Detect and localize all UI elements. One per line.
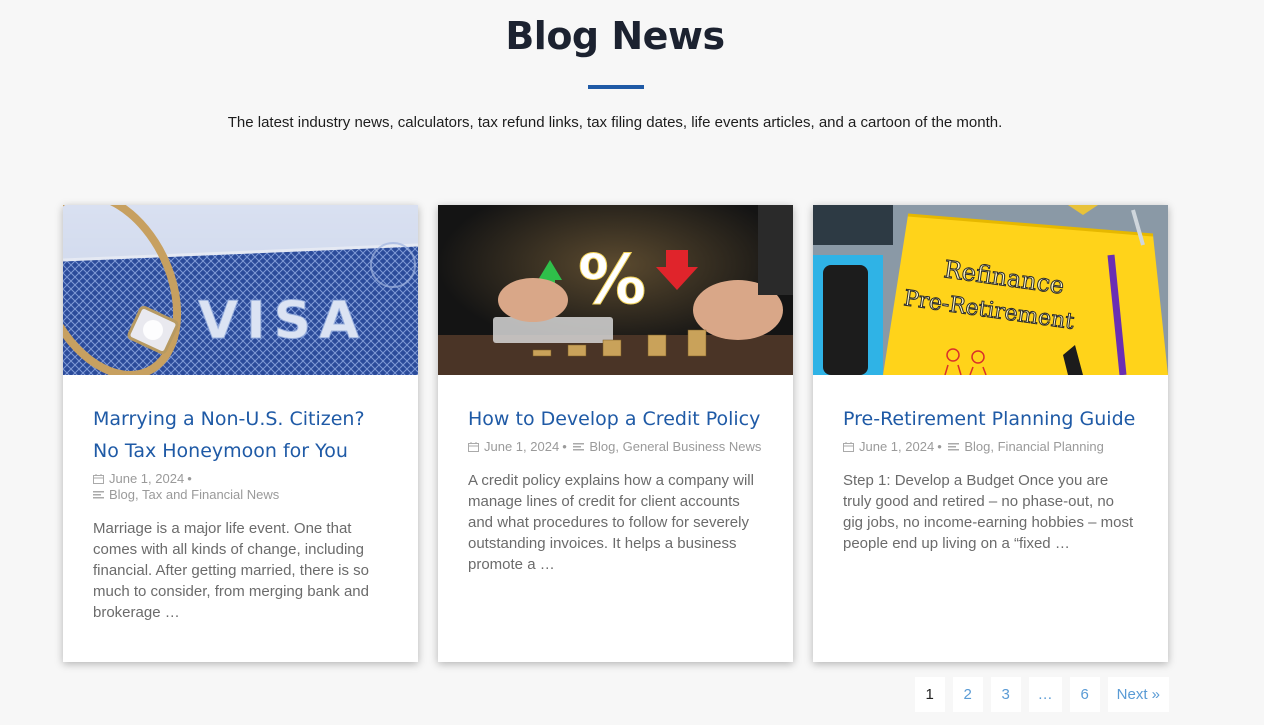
category-lines-icon: [93, 488, 104, 499]
calendar-icon: [468, 440, 479, 452]
title-divider: [588, 85, 644, 89]
post-image-retirement[interactable]: Refinance Pre-Retirement: [813, 205, 1168, 375]
calendar-icon: [843, 440, 854, 452]
category-lines-icon: [573, 440, 585, 451]
post-image-credit[interactable]: %: [438, 205, 793, 375]
visa-image-text: VISA: [198, 291, 367, 351]
post-title-link[interactable]: How to Develop a Credit Policy: [468, 403, 763, 435]
blog-card: % How to Develop a Credit Policy June 1,…: [438, 205, 793, 662]
post-date: June 1, 2024: [109, 471, 185, 486]
post-date: June 1, 2024: [484, 439, 560, 454]
blog-card: VISA Marrying a Non-U.S. Citizen? No Tax…: [63, 205, 418, 662]
post-title-link[interactable]: Marrying a Non-U.S. Citizen? No Tax Hone…: [93, 403, 388, 467]
percent-image-text: %: [578, 241, 646, 320]
pagination: 1 2 3 … 6 Next »: [914, 677, 1169, 712]
meta-separator: •: [562, 439, 567, 454]
category-lines-icon: [948, 440, 960, 451]
post-excerpt: A credit policy explains how a company w…: [468, 472, 754, 573]
post-categories[interactable]: Blog, General Business News: [589, 439, 761, 454]
post-image-visa[interactable]: VISA: [63, 205, 418, 375]
page-1-current: 1: [914, 677, 945, 712]
post-categories[interactable]: Blog, Financial Planning: [964, 439, 1103, 454]
post-date: June 1, 2024: [859, 439, 935, 454]
page-2-link[interactable]: 2: [952, 677, 983, 712]
post-excerpt: Marriage is a major life event. One that…: [93, 520, 369, 621]
post-meta: June 1, 2024 • Blog, Financial Planning: [843, 439, 1138, 455]
post-meta: June 1, 2024 • Blog, General Business New…: [468, 439, 763, 455]
meta-separator: •: [937, 439, 942, 454]
page-title: Blog News: [505, 14, 725, 58]
post-categories[interactable]: Blog, Tax and Financial News: [109, 487, 279, 502]
post-title-link[interactable]: Pre-Retirement Planning Guide: [843, 403, 1138, 435]
post-meta: June 1, 2024 • Blog, Tax and Financial Ne…: [93, 471, 388, 503]
page-3-link[interactable]: 3: [990, 677, 1021, 712]
next-page-link[interactable]: Next »: [1107, 677, 1169, 712]
calendar-icon: [93, 472, 104, 484]
page-6-link[interactable]: 6: [1069, 677, 1100, 712]
meta-separator: •: [187, 471, 192, 486]
page-ellipsis: …: [1028, 677, 1062, 712]
blog-card: Refinance Pre-Retirement Pre-Retirement …: [813, 205, 1168, 662]
page-subtitle: The latest industry news, calculators, t…: [227, 114, 1003, 131]
post-excerpt: Step 1: Develop a Budget Once you are tr…: [843, 472, 1134, 552]
